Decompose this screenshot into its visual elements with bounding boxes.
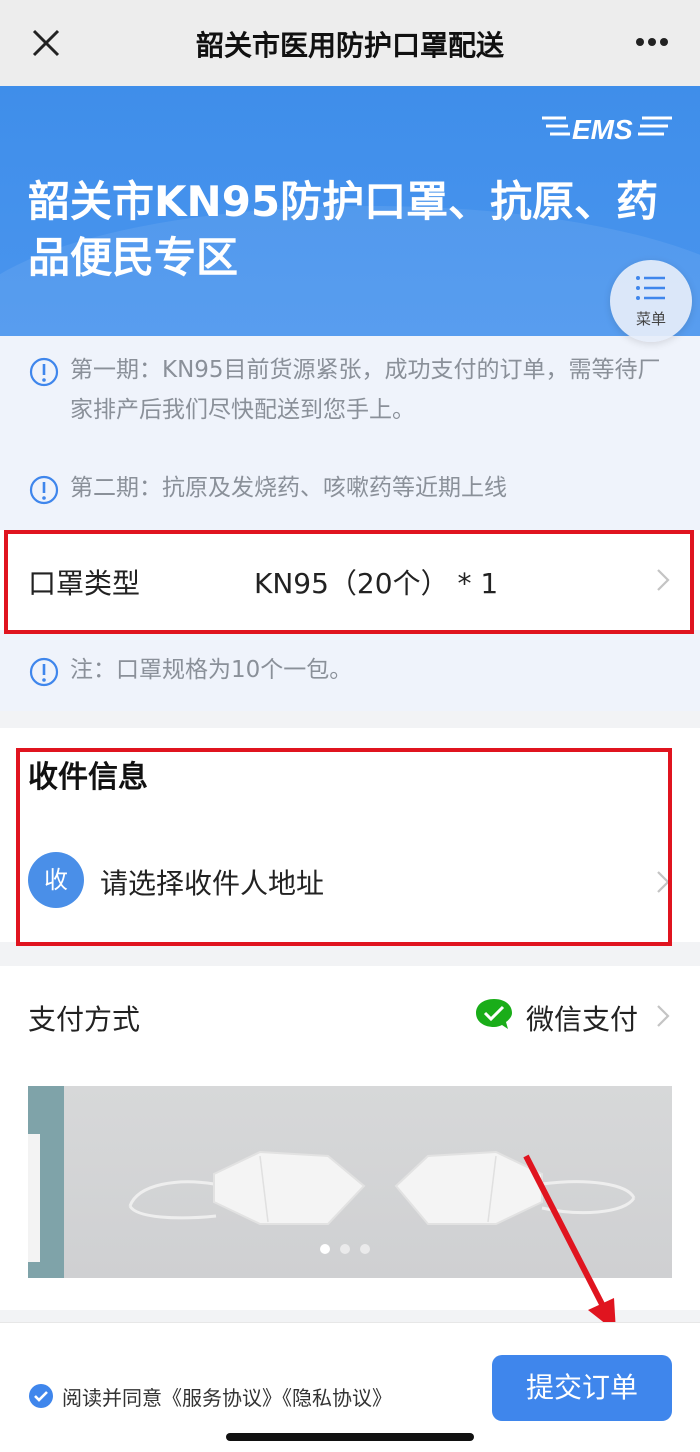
home-indicator bbox=[226, 1433, 474, 1441]
more-icon[interactable] bbox=[634, 36, 670, 48]
hero-heading: 韶关市KN95防护口罩、抗原、药品便民专区 bbox=[28, 177, 659, 282]
ems-logo: EMS bbox=[542, 114, 672, 145]
carousel-dot[interactable] bbox=[340, 1244, 350, 1254]
menu-button[interactable]: 菜单 bbox=[610, 260, 692, 342]
page-title: 韶关市医用防护口罩配送 bbox=[195, 29, 504, 62]
menu-label: 菜单 bbox=[635, 310, 666, 328]
svg-text:EMS: EMS bbox=[572, 114, 633, 145]
notice-text: 注：口罩规格为10个一包。 bbox=[70, 657, 353, 683]
footer-bar: 阅读并同意《服务协议》《隐私协议》 提交订单 bbox=[0, 1322, 700, 1452]
hero-banner: EMS 韶关市KN95防护口罩、抗原、药品便民专区 bbox=[0, 86, 700, 336]
agreement-checkbox[interactable] bbox=[28, 1383, 54, 1409]
chevron-right-icon bbox=[657, 1005, 670, 1027]
payment-label: 支付方式 bbox=[28, 1003, 141, 1036]
notice-text: 第二期：抗原及发烧药、咳嗽药等近期上线 bbox=[70, 475, 507, 501]
notice-text: 第一期：KN95目前货源紧张，成功支付的订单，需等待厂家排产后我们尽快配送到您手… bbox=[70, 357, 661, 423]
wechat-pay-icon bbox=[476, 999, 512, 1029]
notice-item: 第一期：KN95目前货源紧张，成功支付的订单，需等待厂家排产后我们尽快配送到您手… bbox=[28, 350, 668, 430]
carousel-dot[interactable] bbox=[360, 1244, 370, 1254]
highlight-box-recipient bbox=[16, 748, 672, 946]
payment-method[interactable]: 微信支付 bbox=[526, 998, 638, 1038]
submit-order-button[interactable]: 提交订单 bbox=[492, 1355, 672, 1421]
info-icon bbox=[29, 357, 59, 387]
info-icon bbox=[29, 657, 59, 687]
list-icon bbox=[636, 276, 665, 300]
carousel-dots[interactable] bbox=[320, 1244, 380, 1254]
highlight-box-mask-type bbox=[4, 530, 694, 634]
info-icon bbox=[29, 475, 59, 505]
title-bar: 韶关市医用防护口罩配送 bbox=[0, 0, 700, 86]
notice-item: 注：口罩规格为10个一包。 bbox=[28, 650, 668, 690]
annotation-arrow bbox=[523, 1154, 616, 1332]
carousel-dot[interactable] bbox=[320, 1244, 330, 1254]
notice-panel: 第一期：KN95目前货源紧张，成功支付的订单，需等待厂家排产后我们尽快配送到您手… bbox=[0, 336, 700, 711]
notice-item: 第二期：抗原及发烧药、咳嗽药等近期上线 bbox=[28, 468, 668, 508]
agreement-text[interactable]: 阅读并同意《服务协议》《隐私协议》 bbox=[62, 1382, 392, 1411]
